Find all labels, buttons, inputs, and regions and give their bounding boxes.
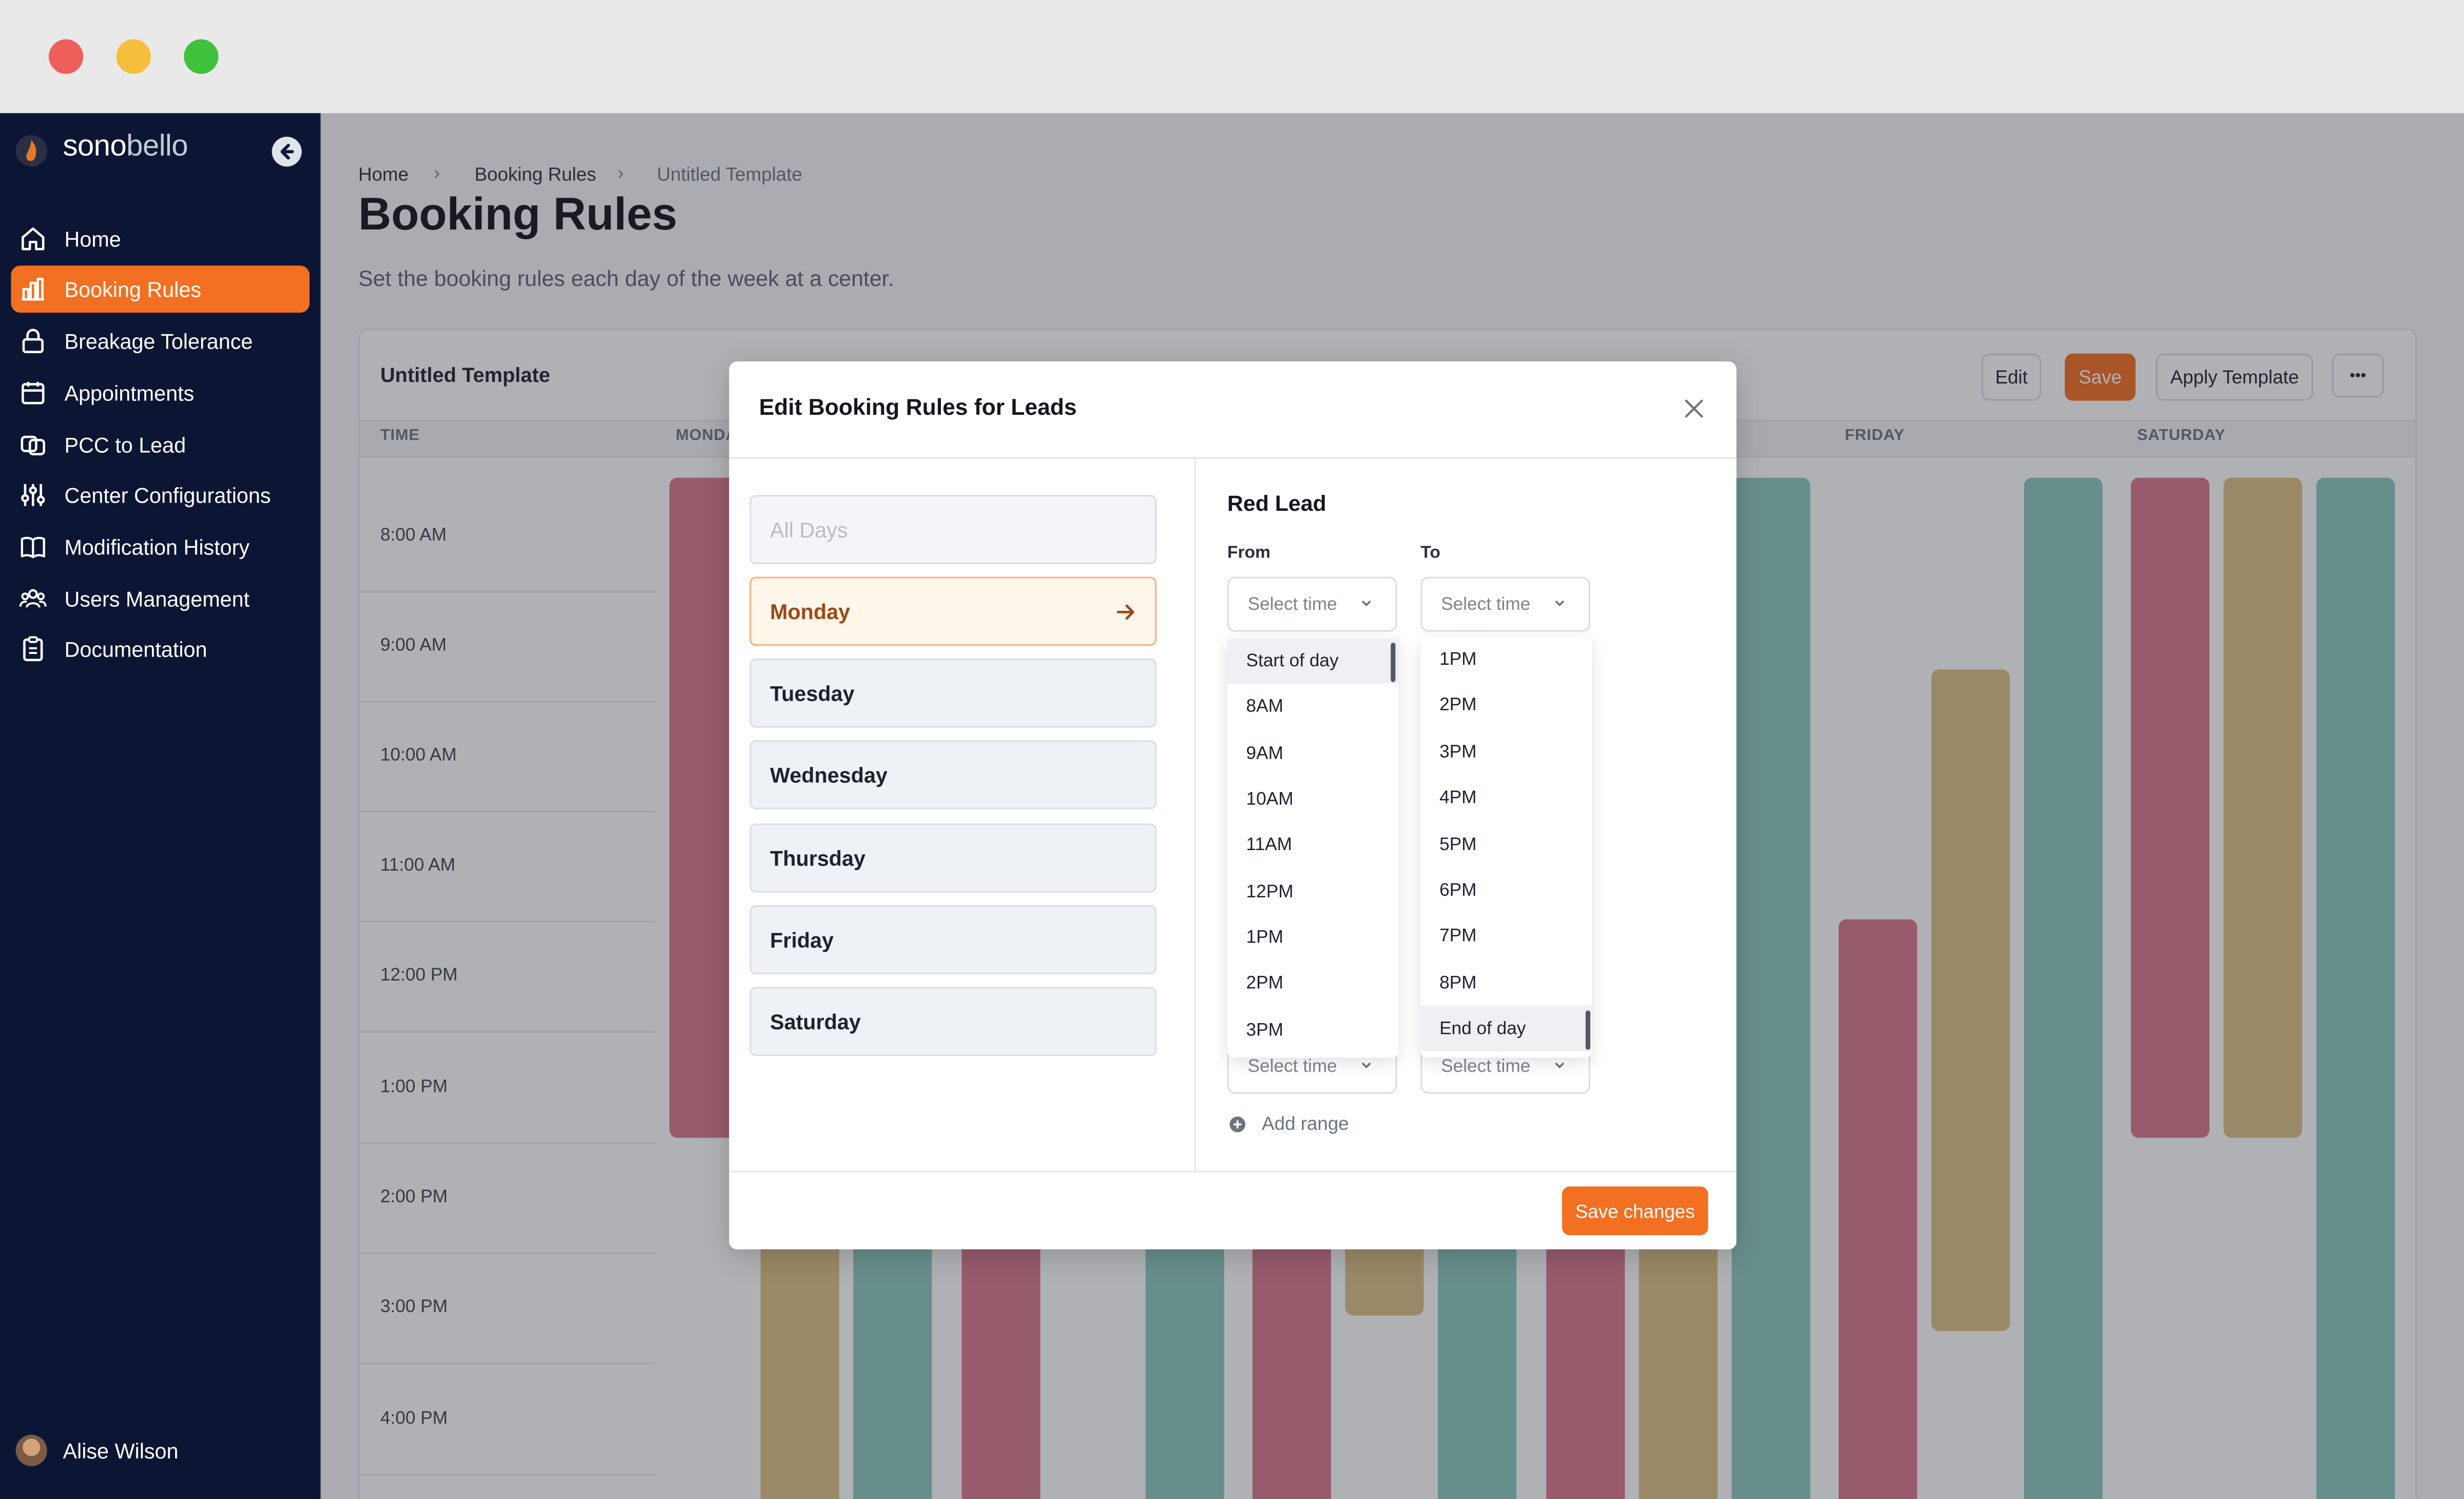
from-time-dropdown: Start of day 8AM 9AM 10AM 11AM 12PM 1PM … — [1227, 636, 1399, 1058]
lead-section-title: Red Lead — [1227, 490, 1326, 516]
nav-item-home[interactable]: Home — [11, 215, 310, 262]
chevron-down-icon — [1361, 600, 1371, 607]
nav-item-documentation[interactable]: Documentation — [11, 625, 310, 672]
day-option-all-days[interactable]: All Days — [749, 495, 1157, 564]
from-option[interactable]: 1PM — [1227, 915, 1399, 960]
arrow-left-icon — [280, 144, 294, 160]
to-option[interactable]: 6PM — [1420, 868, 1592, 913]
close-button[interactable] — [1682, 396, 1707, 421]
close-icon — [1685, 399, 1703, 418]
from-option[interactable]: 10AM — [1227, 776, 1399, 822]
modal-title: Edit Booking Rules for Leads — [759, 396, 1077, 421]
users-icon — [19, 585, 47, 613]
bar-chart-icon — [19, 275, 47, 303]
window-minimize-button[interactable] — [116, 39, 151, 74]
select-placeholder: Select time — [1441, 594, 1531, 614]
day-option-friday[interactable]: Friday — [749, 905, 1157, 974]
to-option[interactable]: 2PM — [1420, 682, 1592, 728]
dropdown-scrollbar[interactable] — [1585, 1010, 1590, 1050]
chevron-down-icon — [1555, 600, 1565, 607]
select-placeholder: Select time — [1441, 1056, 1531, 1076]
nav-item-booking-rules[interactable]: Booking Rules — [11, 265, 310, 313]
user-name: Alise Wilson — [63, 1438, 179, 1463]
from-option[interactable]: 12PM — [1227, 869, 1399, 915]
clipboard-icon — [19, 635, 47, 663]
to-option[interactable]: 7PM — [1420, 913, 1592, 959]
nav-label: Users Management — [64, 587, 250, 611]
brand-logo: sonobello — [63, 130, 188, 164]
nav-label: Appointments — [64, 381, 195, 405]
sidebar: sonobello Home Booking Rules Breakage To… — [0, 113, 321, 1499]
collapse-sidebar-button[interactable] — [272, 137, 302, 167]
nav-label: Modification History — [64, 535, 250, 559]
nav-item-breakage-tolerance[interactable]: Breakage Tolerance — [11, 317, 310, 364]
to-option[interactable]: 3PM — [1420, 729, 1592, 775]
dropdown-scrollbar[interactable] — [1391, 643, 1396, 682]
avatar — [15, 1434, 47, 1467]
to-label: To — [1420, 544, 1440, 563]
from-option[interactable]: 9AM — [1227, 731, 1399, 776]
window-maximize-button[interactable] — [184, 39, 219, 74]
window-titlebar — [0, 0, 2464, 113]
from-option[interactable]: 11AM — [1227, 822, 1399, 868]
user-profile[interactable]: Alise Wilson — [15, 1434, 179, 1467]
modal-footer-divider — [729, 1170, 1737, 1173]
select-placeholder: Select time — [1247, 594, 1337, 614]
day-option-monday[interactable]: Monday — [749, 576, 1157, 646]
to-time-select[interactable]: Select time — [1420, 576, 1590, 632]
window-close-button[interactable] — [48, 39, 84, 74]
day-option-saturday[interactable]: Saturday — [749, 987, 1157, 1056]
nav-label: PCC to Lead — [64, 433, 186, 457]
book-icon — [19, 533, 47, 561]
to-option[interactable]: 5PM — [1420, 822, 1592, 868]
from-time-select[interactable]: Select time — [1227, 576, 1397, 632]
calendar-icon — [19, 379, 47, 407]
logo-flame-icon — [15, 135, 47, 167]
modal-header-divider — [729, 457, 1737, 459]
from-option[interactable]: 3PM — [1227, 1007, 1399, 1053]
from-label: From — [1227, 544, 1270, 563]
link-icon — [19, 431, 47, 459]
to-option[interactable]: 4PM — [1420, 775, 1592, 820]
nav-label: Documentation — [64, 637, 207, 661]
chevron-down-icon — [1361, 1062, 1371, 1069]
modal-column-divider — [1194, 457, 1196, 1171]
to-option[interactable]: 1PM — [1420, 637, 1592, 682]
nav-label: Breakage Tolerance — [64, 329, 253, 353]
add-range-label: Add range — [1262, 1112, 1349, 1135]
home-icon — [19, 225, 47, 253]
nav-item-users-management[interactable]: Users Management — [11, 575, 310, 622]
plus-circle-icon — [1229, 1116, 1246, 1132]
save-changes-button[interactable]: Save changes — [1562, 1186, 1708, 1236]
add-range-button[interactable]: Add range — [1229, 1112, 1349, 1135]
from-option[interactable]: Start of day — [1227, 638, 1399, 684]
day-option-thursday[interactable]: Thursday — [749, 823, 1157, 893]
sliders-icon — [19, 481, 47, 509]
nav-item-modification-history[interactable]: Modification History — [11, 523, 310, 570]
day-label: Monday — [770, 599, 851, 623]
lock-icon — [19, 327, 47, 355]
to-option[interactable]: 8PM — [1420, 960, 1592, 1006]
day-option-wednesday[interactable]: Wednesday — [749, 740, 1157, 810]
from-option[interactable]: 8AM — [1227, 684, 1399, 729]
nav-item-pcc-to-lead[interactable]: PCC to Lead — [11, 421, 310, 468]
day-option-tuesday[interactable]: Tuesday — [749, 658, 1157, 728]
select-placeholder: Select time — [1247, 1056, 1337, 1076]
arrow-right-icon — [1116, 604, 1134, 620]
edit-booking-rules-modal: Edit Booking Rules for Leads All Days Mo… — [729, 361, 1737, 1250]
nav-label: Home — [64, 227, 121, 251]
nav-item-center-configurations[interactable]: Center Configurations — [11, 471, 310, 518]
from-option[interactable]: 2PM — [1227, 960, 1399, 1006]
nav-label: Center Configurations — [64, 483, 271, 507]
to-time-dropdown: 1PM 2PM 3PM 4PM 5PM 6PM 7PM 8PM End of d… — [1420, 636, 1592, 1058]
nav-label: Booking Rules — [64, 277, 202, 301]
to-option[interactable]: End of day — [1420, 1006, 1592, 1051]
chevron-down-icon — [1555, 1062, 1565, 1069]
nav-item-appointments[interactable]: Appointments — [11, 369, 310, 416]
